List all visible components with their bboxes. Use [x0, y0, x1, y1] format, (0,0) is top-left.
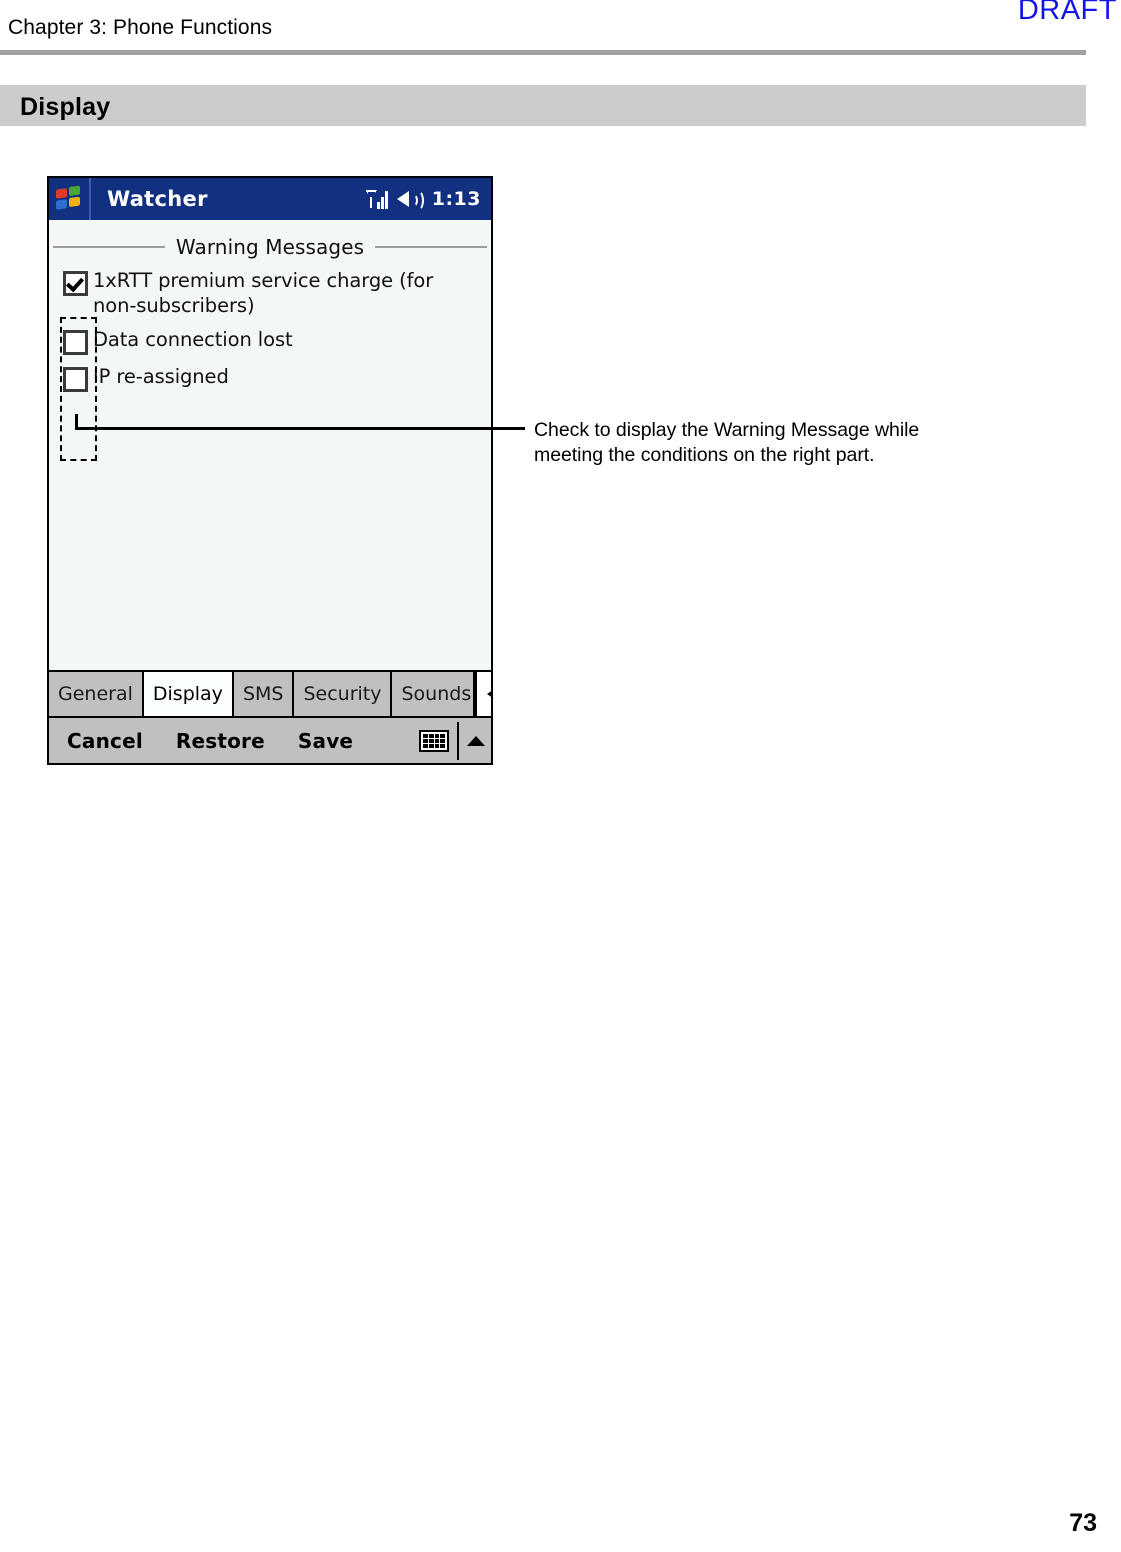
group-rule-right: [375, 246, 488, 248]
command-bar-divider: [457, 721, 459, 760]
signal-bar-1: [376, 202, 380, 209]
key: [440, 738, 445, 743]
page-title: Display: [20, 93, 111, 121]
tab-display[interactable]: Display: [143, 672, 234, 716]
clock[interactable]: 1:13: [432, 188, 481, 210]
section-banner: Display: [0, 85, 1086, 126]
flag-quadrant-blue: [56, 199, 67, 210]
key: [423, 733, 428, 738]
checkbox-data-connection-lost[interactable]: [63, 330, 88, 355]
pda-device-screenshot: Watcher 1:13 Warning Messages 1xRTT prem…: [47, 176, 493, 765]
key: [428, 733, 434, 738]
cancel-button[interactable]: Cancel: [67, 729, 143, 753]
signal-strength-icon[interactable]: [365, 189, 388, 209]
tab-scroll-controls: [475, 672, 491, 716]
list-item[interactable]: Data connection lost: [49, 327, 491, 355]
tab-label: Display: [152, 683, 223, 705]
key: [423, 738, 428, 743]
speaker-icon[interactable]: [396, 189, 424, 211]
tab-general[interactable]: General: [49, 672, 144, 716]
list-item[interactable]: IP re-assigned: [49, 364, 491, 392]
keyboard-icon[interactable]: [419, 729, 449, 752]
tab-label: Sounds: [401, 683, 472, 705]
app-title: Watcher: [107, 187, 208, 211]
save-button[interactable]: Save: [298, 729, 353, 753]
triangle-left-glyph: [487, 685, 491, 703]
pda-screen-body: Warning Messages 1xRTT premium service c…: [49, 220, 491, 672]
triangle-left-icon[interactable]: [475, 672, 491, 716]
checkbox-1xrtt-premium[interactable]: [63, 271, 88, 296]
key: [423, 743, 428, 748]
checkbox-label: 1xRTT premium service charge (for non-su…: [93, 269, 434, 317]
key: [434, 738, 440, 743]
key: [434, 733, 440, 738]
signal-bar-2: [380, 197, 384, 209]
key: [440, 733, 445, 738]
callout-annotation-text: Check to display the Warning Message whi…: [534, 419, 920, 466]
warning-messages-group-header: Warning Messages: [49, 230, 491, 264]
speaker-wave-2: [412, 190, 424, 211]
pda-title-bar: Watcher 1:13: [49, 178, 491, 220]
draft-watermark: DRAFT: [1017, 0, 1117, 26]
command-bar: Cancel Restore Save: [49, 716, 491, 763]
speaker-cone: [396, 191, 409, 207]
flag-quadrant-green: [69, 185, 80, 196]
flag-quadrant-red: [56, 188, 67, 199]
checkbox-ip-re-assigned[interactable]: [63, 367, 88, 392]
page-number: 73: [1069, 1509, 1097, 1537]
restore-button[interactable]: Restore: [176, 729, 265, 753]
callout-leader-horizontal: [75, 427, 525, 430]
group-rule-left: [53, 246, 165, 248]
tab-label: SMS: [242, 683, 284, 705]
windows-flag-icon[interactable]: [49, 178, 91, 220]
warning-messages-checkbox-list: 1xRTT premium service charge (for non-su…: [49, 264, 491, 392]
chapter-header: Chapter 3: Phone Functions: [8, 16, 273, 39]
flag-quadrant-yellow: [69, 196, 80, 207]
key: [428, 743, 434, 748]
checkbox-label: IP re-assigned: [93, 365, 229, 388]
windows-flag-glyph: [56, 185, 82, 211]
triangle-up-icon[interactable]: [467, 735, 485, 746]
tab-label: Security: [303, 683, 382, 705]
key: [434, 743, 440, 748]
tab-sounds[interactable]: Sounds: [392, 672, 476, 716]
checkbox-label: Data connection lost: [93, 328, 293, 351]
tab-sms[interactable]: SMS: [233, 672, 295, 716]
header-divider: [0, 50, 1086, 55]
signal-stem: [369, 197, 372, 208]
command-bar-right-controls: [419, 718, 491, 763]
key: [440, 743, 445, 748]
signal-bar-3: [384, 191, 388, 209]
tab-security[interactable]: Security: [294, 672, 393, 716]
group-title: Warning Messages: [175, 235, 365, 259]
key: [428, 738, 434, 743]
list-item[interactable]: 1xRTT premium service charge (for non-su…: [49, 268, 491, 318]
page-header: Chapter 3: Phone Functions DRAFT: [0, 0, 1121, 60]
status-tray: 1:13: [365, 178, 481, 220]
tab-label: General: [58, 683, 133, 705]
settings-tab-bar: General Display SMS Security Sounds: [49, 670, 491, 716]
